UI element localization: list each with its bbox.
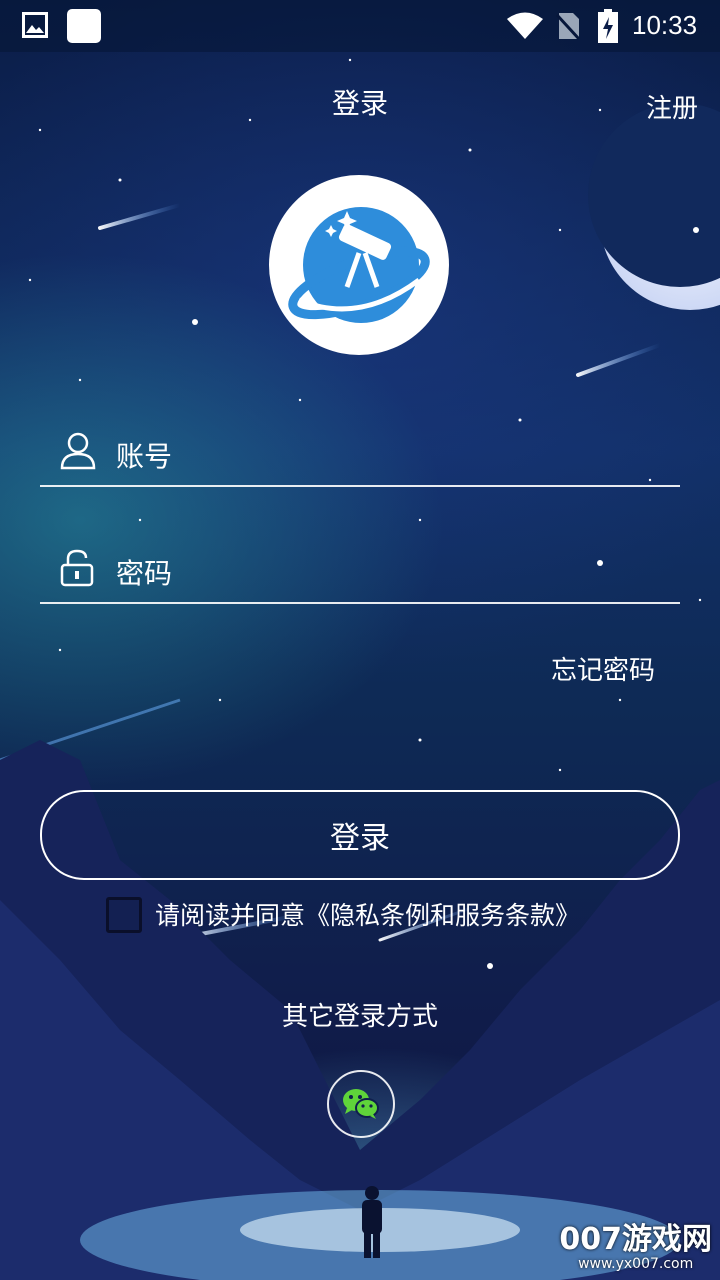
site-watermark: 007游戏网 www.yx007.com (559, 1222, 712, 1273)
watermark-main: 007游戏网 (559, 1222, 712, 1257)
lock-icon (60, 549, 94, 587)
no-sim-icon (555, 13, 581, 41)
account-input[interactable]: 账号 (116, 435, 172, 475)
other-login-title: 其它登录方式 (281, 1002, 438, 1032)
watermark-url: www.yx007.com (578, 1256, 694, 1272)
status-time: 10:33 (632, 10, 698, 40)
login-button-label: 登录 (330, 821, 390, 856)
agreement-text[interactable]: 请阅读并同意《隐私条例和服务条款》 (155, 896, 580, 932)
account-field[interactable]: 账号 (40, 415, 680, 487)
battery-charging-icon (598, 9, 618, 43)
status-bar: 10:33 (0, 0, 720, 52)
password-field[interactable]: 密码 (40, 532, 680, 604)
user-icon (60, 432, 96, 470)
forgot-password-link[interactable]: 忘记密码 (551, 650, 655, 687)
wechat-icon (343, 1089, 379, 1119)
register-link[interactable]: 注册 (646, 88, 698, 125)
password-input[interactable]: 密码 (116, 552, 172, 592)
telescope-planet-logo (288, 207, 430, 323)
wechat-login-button[interactable] (327, 1070, 395, 1138)
image-icon (22, 12, 48, 38)
app-logo (269, 175, 449, 355)
page-title: 登录 (331, 87, 388, 120)
wifi-icon (507, 12, 543, 39)
agreement-checkbox[interactable] (106, 897, 142, 933)
login-button[interactable]: 登录 (40, 790, 680, 880)
app-square-icon (67, 9, 101, 43)
